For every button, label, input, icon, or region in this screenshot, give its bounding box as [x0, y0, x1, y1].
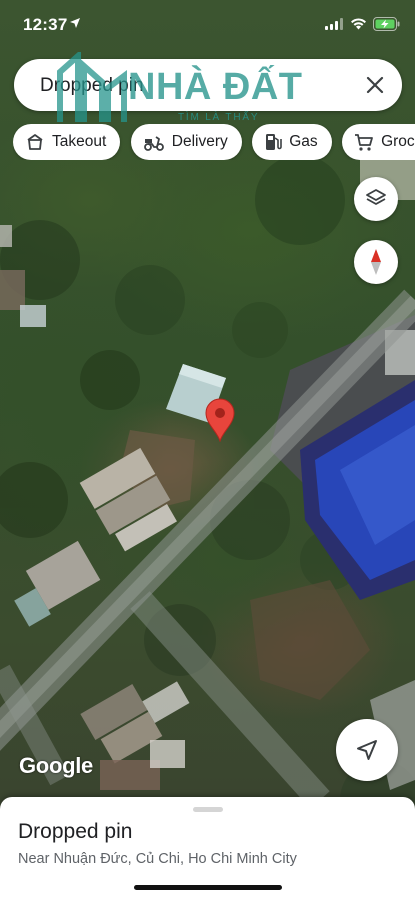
chip-label: Gas	[289, 133, 318, 150]
status-bar: 12:37	[0, 0, 415, 50]
map-pin-icon[interactable]	[204, 398, 236, 442]
place-bottom-sheet[interactable]: Dropped pin Near Nhuận Đức, Củ Chi, Ho C…	[0, 797, 415, 900]
clock-time: 12:37	[23, 15, 68, 34]
chip-gas[interactable]: Gas	[252, 124, 332, 160]
chip-label: Groceri	[381, 133, 415, 150]
home-indicator[interactable]	[134, 885, 282, 890]
search-query-text[interactable]: Dropped pin	[40, 75, 144, 97]
takeout-icon	[27, 134, 43, 150]
place-address: Near Nhuận Đức, Củ Chi, Ho Chi Minh City	[18, 851, 297, 867]
chip-label: Takeout	[52, 133, 107, 150]
close-icon	[366, 76, 384, 94]
sheet-drag-handle[interactable]	[193, 807, 223, 812]
category-chips: Takeout Delivery Gas Groceri	[13, 124, 415, 160]
battery-charging-icon	[373, 17, 400, 31]
navigation-arrow-icon	[357, 740, 377, 760]
compass-button[interactable]	[354, 240, 398, 284]
cart-icon	[355, 134, 373, 151]
clear-search-button[interactable]	[360, 70, 390, 100]
chip-label: Delivery	[171, 133, 228, 150]
place-title: Dropped pin	[18, 820, 133, 843]
chip-delivery[interactable]: Delivery	[130, 124, 242, 160]
search-bar[interactable]: Dropped pin	[14, 59, 402, 111]
scooter-icon	[143, 136, 164, 151]
compass-icon	[371, 249, 381, 275]
google-logo: Google	[19, 753, 93, 778]
chip-takeout[interactable]: Takeout	[13, 124, 121, 160]
cellular-signal-icon	[325, 18, 343, 30]
chip-groceries[interactable]: Groceri	[342, 124, 415, 160]
layers-icon	[366, 189, 386, 205]
map-layers-button[interactable]	[354, 177, 398, 221]
my-location-button[interactable]	[336, 719, 398, 781]
wifi-icon	[351, 18, 366, 30]
gas-pump-icon	[266, 134, 282, 150]
location-arrow-icon	[70, 18, 80, 28]
